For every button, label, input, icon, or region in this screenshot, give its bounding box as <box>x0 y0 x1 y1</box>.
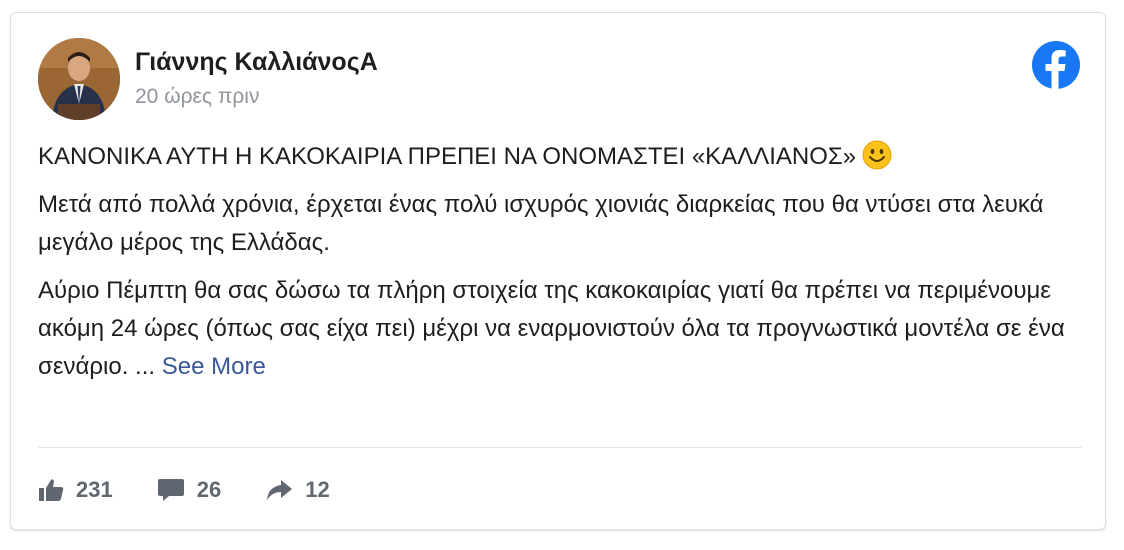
paragraph-1-text: ΚΑΝΟΝΙΚΑ ΑΥΤΗ Η ΚΑΚΟΚΑΙΡΙΑ ΠΡΕΠΕΙ ΝΑ ΟΝΟ… <box>38 143 857 170</box>
author-name[interactable]: Γιάννης ΚαλλιάνοςΑ <box>135 48 378 77</box>
comment-count: 26 <box>196 477 222 502</box>
see-more-link[interactable]: See More <box>162 353 266 380</box>
share-button[interactable]: 12 <box>265 477 330 503</box>
post-paragraph-3: Αύριο Πέμπτη θα σας δώσω τα πλήρη στοιχε… <box>38 272 1078 386</box>
post-body: ΚΑΝΟΝΙΚΑ ΑΥΤΗ Η ΚΑΚΟΚΑΙΡΙΑ ΠΡΕΠΕΙ ΝΑ ΟΝΟ… <box>38 138 1078 396</box>
comment-bubble-icon <box>157 479 184 501</box>
action-bar: 231 26 12 <box>38 473 374 507</box>
post-timestamp[interactable]: 20 ώρες πριν <box>135 85 259 109</box>
comment-button[interactable]: 26 <box>157 477 221 503</box>
share-arrow-icon <box>267 480 293 500</box>
thumbs-up-icon <box>39 479 64 501</box>
like-count: 231 <box>76 477 113 502</box>
post-paragraph-1: ΚΑΝΟΝΙΚΑ ΑΥΤΗ Η ΚΑΚΟΚΑΙΡΙΑ ΠΡΕΠΕΙ ΝΑ ΟΝΟ… <box>38 138 1078 176</box>
post-card: Γιάννης ΚαλλιάνοςΑ 20 ώρες πριν ΚΑΝΟΝΙΚΑ… <box>10 12 1106 530</box>
share-count: 12 <box>305 477 330 502</box>
like-button[interactable]: 231 <box>38 477 113 503</box>
divider <box>38 447 1082 448</box>
facebook-logo-icon[interactable] <box>1031 40 1081 90</box>
author-avatar[interactable] <box>38 38 120 120</box>
post-paragraph-2: Μετά από πολλά χρόνια, έρχεται ένας πολύ… <box>38 191 1044 256</box>
avatar-photo <box>38 38 120 120</box>
smiley-emoji-icon <box>862 140 892 170</box>
